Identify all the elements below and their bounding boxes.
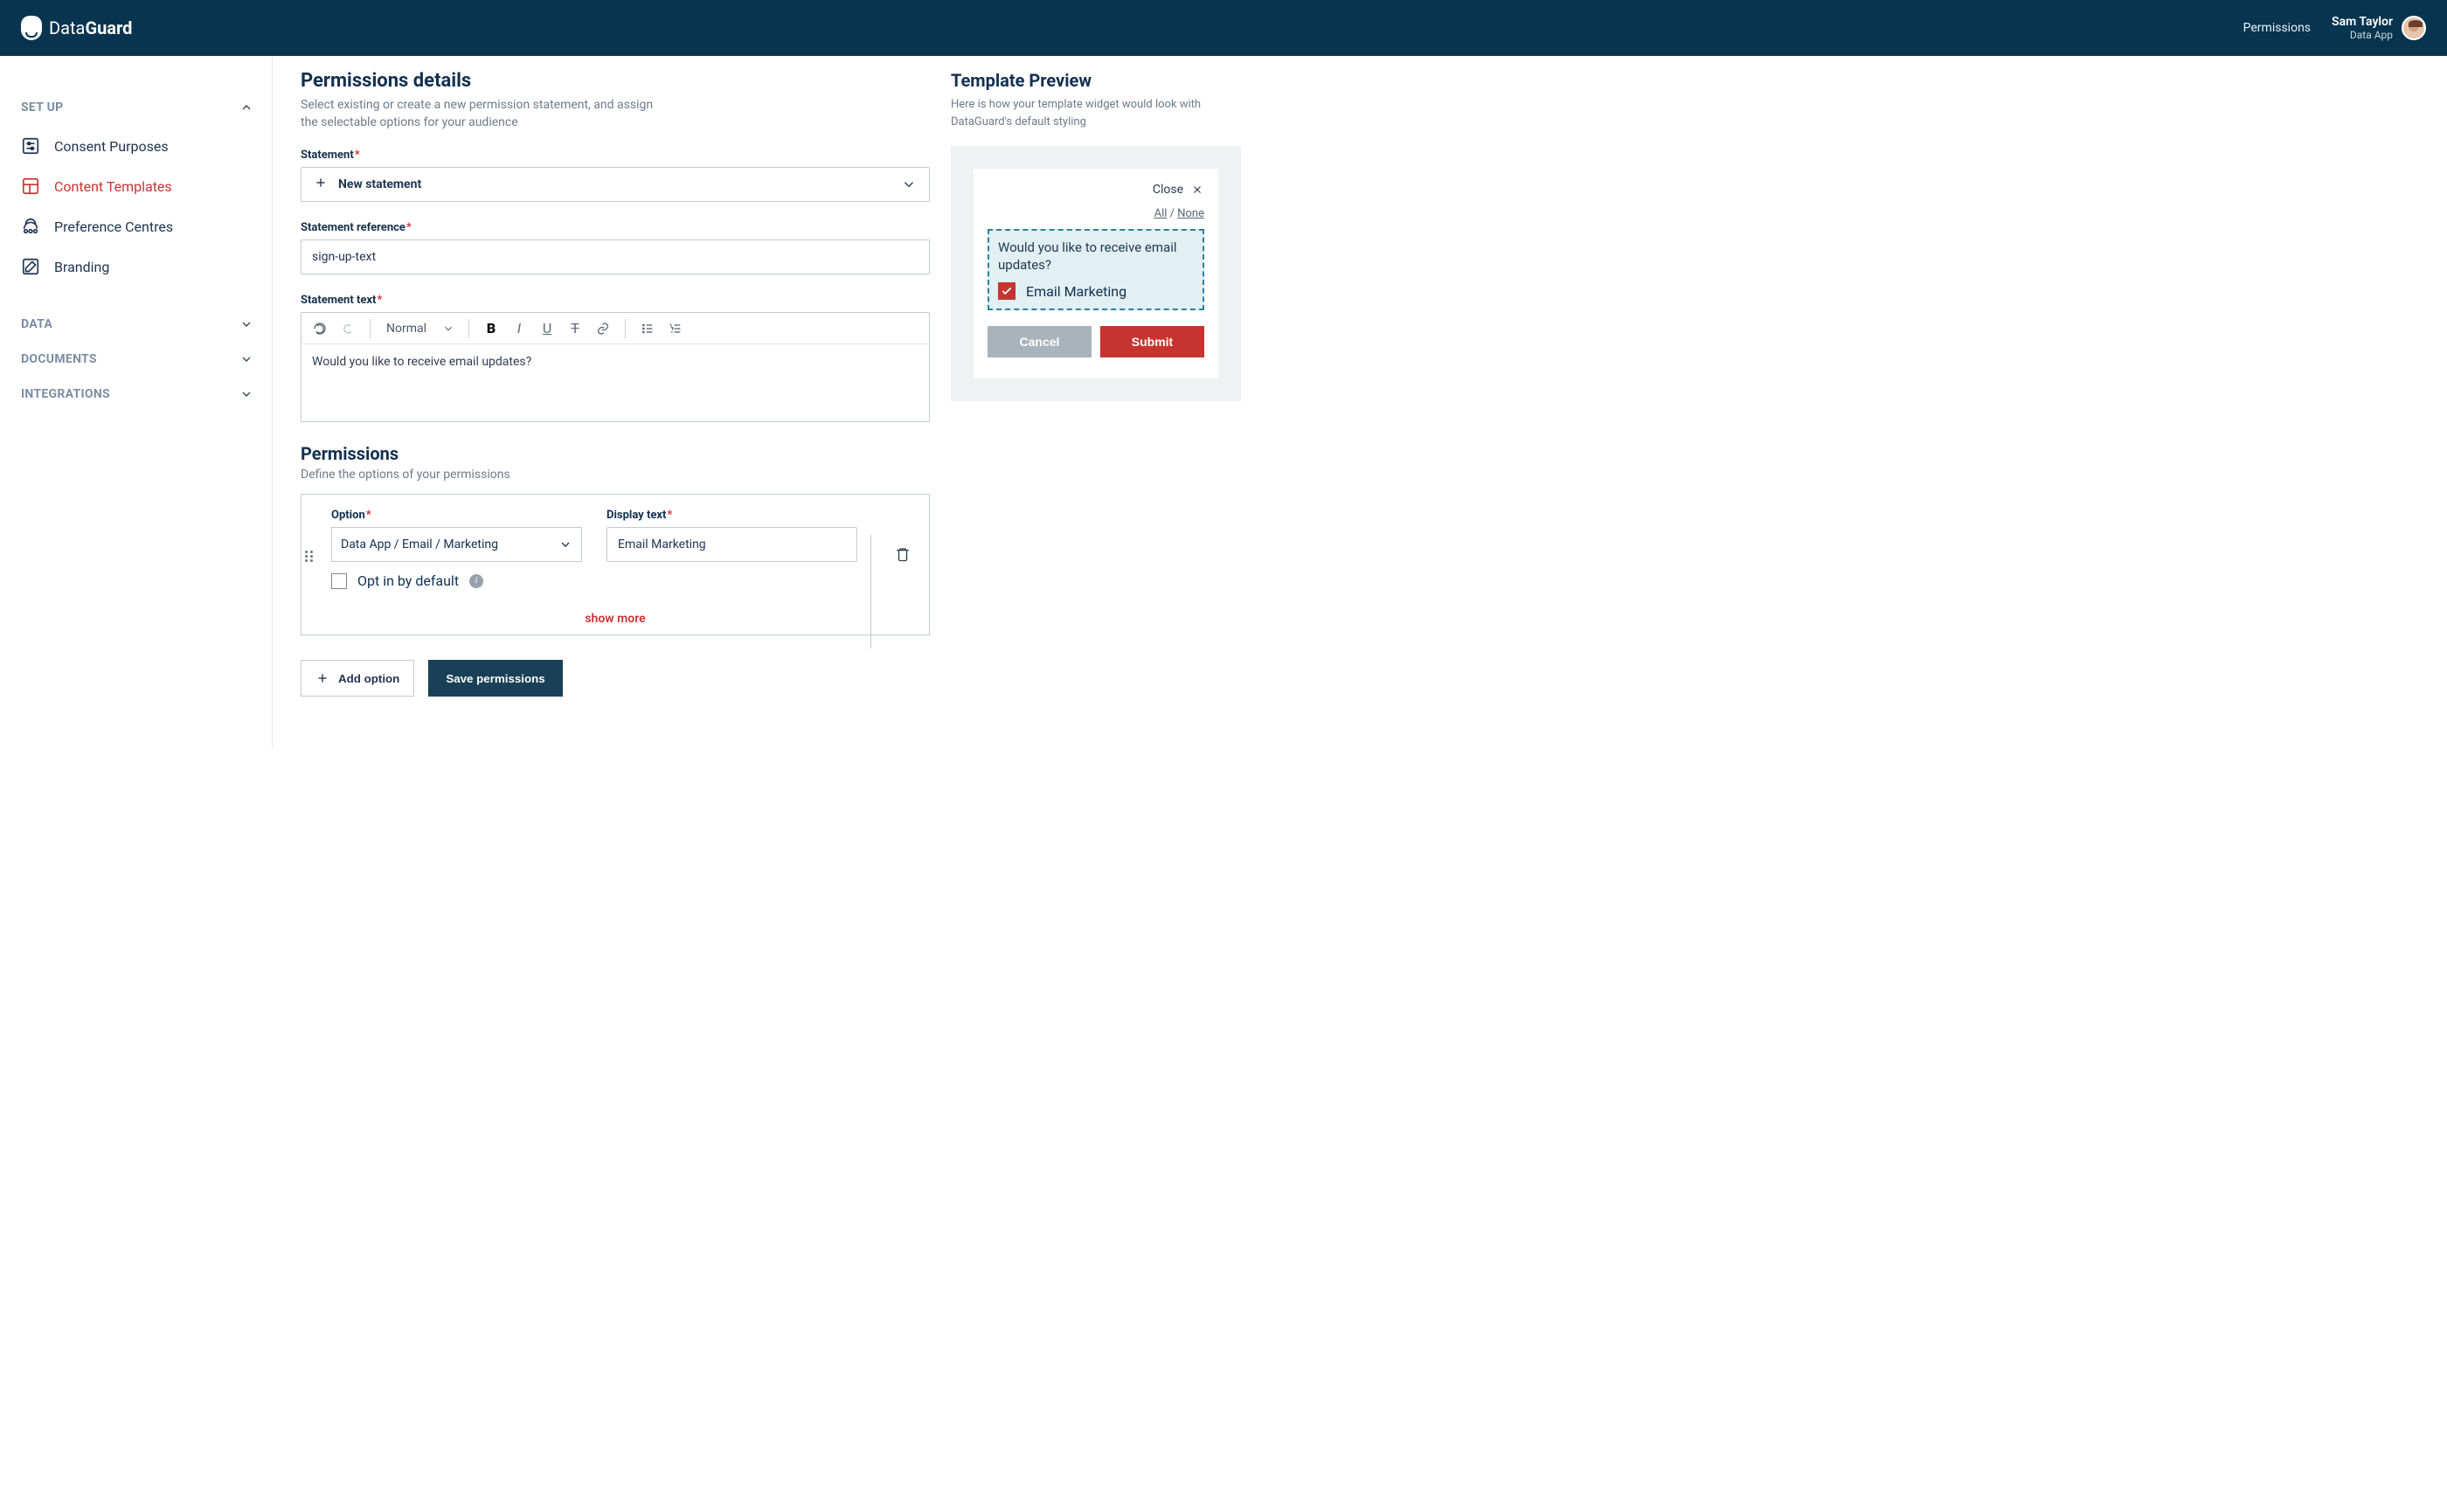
optin-default-label: Opt in by default xyxy=(357,572,459,589)
editor-toolbar: Normal B I U T xyxy=(302,313,929,344)
check-icon xyxy=(1001,285,1013,297)
top-header: DataGuard Permissions Sam Taylor Data Ap… xyxy=(0,0,2447,56)
strikethrough-icon[interactable]: T xyxy=(564,317,586,340)
sidebar-item-branding[interactable]: Branding xyxy=(21,246,254,287)
preview-statement-text: Would you like to receive email updates? xyxy=(998,239,1194,274)
link-icon[interactable] xyxy=(592,317,614,340)
preview-close-label[interactable]: Close xyxy=(1153,183,1183,197)
number-list-icon[interactable] xyxy=(664,317,687,340)
sidebar-item-label: Content Templates xyxy=(54,178,172,195)
drag-handle-icon[interactable] xyxy=(305,551,314,562)
chevron-down-icon xyxy=(239,316,254,332)
preview-option-checkbox[interactable] xyxy=(998,282,1016,300)
avatar-icon xyxy=(2402,16,2426,40)
template-preview-desc: Here is how your template widget would l… xyxy=(951,96,1241,130)
template-preview-title: Template Preview xyxy=(951,70,1241,91)
italic-icon[interactable]: I xyxy=(508,317,530,340)
add-option-button[interactable]: Add option xyxy=(301,660,414,697)
preview-submit-button[interactable]: Submit xyxy=(1100,326,1204,357)
chevron-down-icon xyxy=(901,177,917,192)
save-permissions-button[interactable]: Save permissions xyxy=(428,660,562,697)
brand-logo-icon xyxy=(21,16,42,40)
statement-reference-label: Statement reference* xyxy=(301,221,930,234)
sidebar-section-label: DATA xyxy=(21,317,52,331)
bold-icon[interactable]: B xyxy=(480,317,503,340)
preview-all-link[interactable]: All xyxy=(1154,207,1168,220)
preview-sep: / xyxy=(1167,207,1177,220)
edit-icon xyxy=(21,257,40,276)
sidebar-section-documents[interactable]: DOCUMENTS xyxy=(21,343,254,378)
user-profile[interactable]: Sam Taylor Data App xyxy=(2332,15,2426,41)
sliders-icon xyxy=(21,136,40,156)
page-title: Permissions details xyxy=(301,70,930,92)
brand-text: DataGuard xyxy=(49,17,132,38)
sidebar-section-label: SET UP xyxy=(21,101,63,114)
redo-icon[interactable] xyxy=(336,317,359,340)
chevron-down-icon xyxy=(239,351,254,367)
display-text-label: Display text* xyxy=(607,509,857,522)
close-icon[interactable] xyxy=(1190,183,1204,197)
sidebar-item-preference-centres[interactable]: Preference Centres xyxy=(21,206,254,246)
preview-widget: Close All / None Would you like to recei… xyxy=(974,169,1218,378)
permissions-title: Permissions xyxy=(301,443,930,464)
sidebar-section-setup[interactable]: SET UP xyxy=(21,91,254,126)
sidebar-item-content-templates[interactable]: Content Templates xyxy=(21,166,254,206)
delete-option-button[interactable] xyxy=(887,538,918,570)
option-label: Option* xyxy=(331,509,582,522)
optin-default-checkbox[interactable] xyxy=(331,573,347,589)
statement-reference-input[interactable] xyxy=(301,239,930,274)
delete-column xyxy=(870,535,933,648)
permission-option-panel: Option* Data App / Email / Marketing Dis… xyxy=(301,494,930,635)
preview-statement-box: Would you like to receive email updates?… xyxy=(988,229,1204,310)
sidebar: SET UP Consent Purposes Content Template… xyxy=(0,56,273,749)
preview-area: Close All / None Would you like to recei… xyxy=(951,146,1241,401)
bullet-list-icon[interactable] xyxy=(636,317,659,340)
user-name: Sam Taylor xyxy=(2332,15,2393,29)
network-icon xyxy=(21,217,40,236)
user-app: Data App xyxy=(2332,29,2393,41)
sidebar-item-label: Preference Centres xyxy=(54,218,173,235)
sidebar-section-label: INTEGRATIONS xyxy=(21,387,110,401)
undo-icon[interactable] xyxy=(308,317,331,340)
preview-cancel-button[interactable]: Cancel xyxy=(988,326,1092,357)
preview-option-label: Email Marketing xyxy=(1026,283,1126,300)
sidebar-item-label: Consent Purposes xyxy=(54,138,169,155)
display-text-input[interactable] xyxy=(607,527,857,562)
preview-none-link[interactable]: None xyxy=(1177,207,1204,220)
permissions-subtitle: Define the options of your permissions xyxy=(301,468,930,482)
sidebar-section-integrations[interactable]: INTEGRATIONS xyxy=(21,378,254,413)
brand[interactable]: DataGuard xyxy=(21,16,132,40)
add-option-label: Add option xyxy=(338,672,399,685)
page-subtitle: Select existing or create a new permissi… xyxy=(301,97,668,131)
sidebar-section-data[interactable]: DATA xyxy=(21,308,254,343)
option-select-value: Data App / Email / Marketing xyxy=(341,538,498,551)
sidebar-item-consent-purposes[interactable]: Consent Purposes xyxy=(21,126,254,166)
option-select[interactable]: Data App / Email / Marketing xyxy=(331,527,582,562)
brand-text-first: Data xyxy=(49,17,85,38)
underline-icon[interactable]: U xyxy=(536,317,558,340)
statement-dropdown[interactable]: New statement xyxy=(301,167,930,202)
statement-text-label: Statement text* xyxy=(301,294,930,307)
trash-icon xyxy=(895,546,911,562)
sidebar-section-label: DOCUMENTS xyxy=(21,352,97,366)
text-style-value: Normal xyxy=(386,322,426,336)
statement-text-editor[interactable]: Would you like to receive email updates? xyxy=(302,344,929,421)
chevron-down-icon xyxy=(239,386,254,402)
chevron-up-icon xyxy=(239,100,254,115)
statement-dropdown-value: New statement xyxy=(338,177,421,191)
brand-text-bold: Guard xyxy=(85,17,132,38)
text-style-select[interactable]: Normal xyxy=(381,322,458,336)
plus-icon xyxy=(315,671,329,685)
plus-icon xyxy=(314,176,328,193)
sidebar-item-label: Branding xyxy=(54,259,109,275)
show-more-link[interactable]: show more xyxy=(317,612,913,626)
template-icon xyxy=(21,177,40,196)
statement-label: Statement* xyxy=(301,149,930,162)
info-icon[interactable]: i xyxy=(469,574,483,588)
header-link-permissions[interactable]: Permissions xyxy=(2243,21,2311,35)
